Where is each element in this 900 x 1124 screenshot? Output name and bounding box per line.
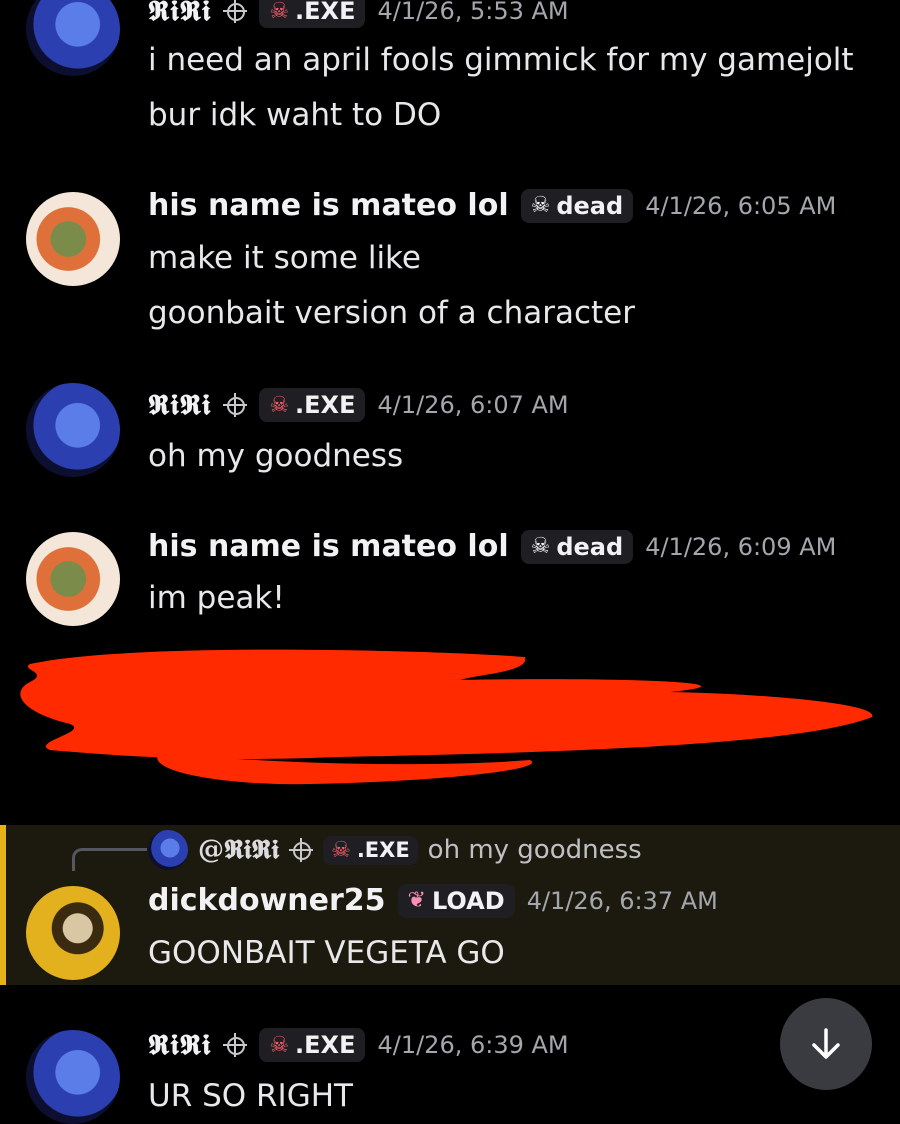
message-header: dickdowner25 ❦ LOAD 4/1/26, 6:37 AM: [148, 883, 718, 918]
timestamp: 4/1/26, 6:05 AM: [645, 191, 837, 220]
author-name[interactable]: his name is mateo lol: [148, 529, 509, 564]
message-line: oh my goodness: [148, 438, 404, 474]
skull-icon: ☠: [331, 837, 351, 863]
message-header: his name is mateo lol ☠ dead 4/1/26, 6:05…: [148, 188, 836, 223]
guild-tag[interactable]: ❦ LOAD: [397, 883, 515, 918]
avatar[interactable]: [26, 886, 120, 980]
crosshair-icon: [223, 0, 248, 23]
guild-tag: ☠ .EXE: [323, 835, 418, 865]
avatar[interactable]: [26, 0, 120, 76]
author-name[interactable]: his name is mateo lol: [148, 188, 509, 223]
timestamp: 4/1/26, 6:07 AM: [377, 391, 569, 419]
crosshair-icon: [223, 1033, 248, 1057]
guild-tag[interactable]: ☠ .EXE: [259, 388, 366, 422]
skull-icon: ☠: [269, 392, 290, 418]
message-header: 𝕽𝖎𝕽𝖎 ☠ .EXE 4/1/26, 6:39 AM: [148, 1028, 569, 1062]
message-line: GOONBAIT VEGETA GO: [148, 935, 505, 971]
avatar[interactable]: [26, 532, 120, 626]
avatar[interactable]: [26, 1030, 120, 1124]
skull-icon: ☠: [269, 0, 290, 24]
skull-icon: ☠: [530, 193, 551, 218]
author-name[interactable]: dickdowner25: [148, 883, 386, 918]
guild-tag[interactable]: ☠ .EXE: [259, 0, 366, 28]
message-line: bur idk waht to DO: [148, 97, 442, 133]
scroll-to-bottom-button[interactable]: [780, 998, 872, 1090]
reply-author[interactable]: @𝕽𝖎𝕽𝖎: [198, 835, 279, 866]
flame-icon: ❦: [407, 888, 426, 913]
guild-tag[interactable]: ☠ dead: [520, 529, 634, 564]
arrow-down-icon: [812, 1028, 840, 1059]
reply-connector: [72, 848, 147, 871]
timestamp: 4/1/26, 6:39 AM: [377, 1031, 569, 1059]
reply-text: oh my goodness: [427, 835, 642, 865]
author-name[interactable]: 𝕽𝖎𝕽𝖎: [148, 388, 211, 422]
author-name[interactable]: 𝕽𝖎𝕽𝖎: [148, 0, 211, 28]
redaction-scribble: [20, 649, 873, 785]
skull-icon: ☠: [269, 1032, 290, 1058]
crosshair-icon: [289, 838, 314, 862]
message-line: goonbait version of a character: [148, 295, 635, 331]
reply-avatar: [148, 830, 188, 870]
timestamp: 4/1/26, 5:53 AM: [377, 0, 569, 25]
mention-bar: [0, 825, 6, 985]
guild-tag[interactable]: ☠ dead: [520, 188, 634, 223]
guild-tag[interactable]: ☠ .EXE: [259, 1028, 366, 1062]
skull-icon: ☠: [530, 534, 551, 559]
message-line: i need an april fools gimmick for my gam…: [148, 42, 854, 78]
avatar[interactable]: [26, 383, 120, 477]
message-line: UR SO RIGHT: [148, 1078, 353, 1114]
timestamp: 4/1/26, 6:37 AM: [526, 886, 718, 915]
timestamp: 4/1/26, 6:09 AM: [645, 532, 837, 561]
message-header: his name is mateo lol ☠ dead 4/1/26, 6:09…: [148, 529, 836, 564]
message-line: make it some like: [148, 240, 421, 276]
message-header: 𝕽𝖎𝕽𝖎 ☠ .EXE 4/1/26, 5:53 AM: [148, 0, 569, 28]
author-name[interactable]: 𝕽𝖎𝕽𝖎: [148, 1028, 211, 1062]
crosshair-icon: [223, 393, 248, 417]
avatar[interactable]: [26, 192, 120, 286]
message-header: 𝕽𝖎𝕽𝖎 ☠ .EXE 4/1/26, 6:07 AM: [148, 388, 569, 422]
message-line: im peak!: [148, 580, 285, 616]
reply-preview[interactable]: @𝕽𝖎𝕽𝖎 ☠ .EXE oh my goodness: [148, 830, 642, 870]
